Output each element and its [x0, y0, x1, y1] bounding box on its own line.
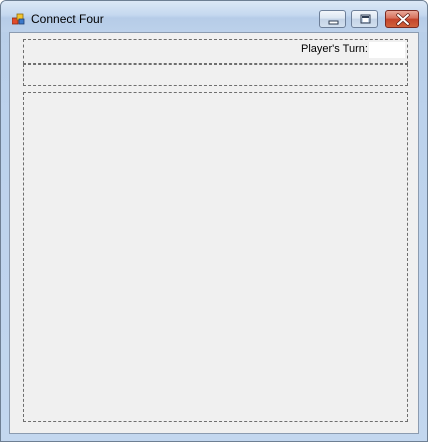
app-form-icon — [11, 12, 26, 25]
app-window: Connect Four Player's Turn: — [0, 0, 428, 442]
close-icon — [396, 13, 410, 26]
maximize-icon — [360, 14, 371, 24]
controls-panel — [23, 64, 408, 86]
maximize-button[interactable] — [351, 10, 378, 28]
game-board-panel[interactable] — [23, 92, 408, 422]
players-turn-field — [368, 41, 406, 59]
close-button[interactable] — [385, 10, 419, 28]
form-client-area: Player's Turn: — [9, 32, 419, 434]
players-turn-label: Player's Turn: — [301, 43, 368, 55]
window-title: Connect Four — [31, 12, 104, 26]
minimize-button[interactable] — [319, 10, 346, 28]
minimize-icon — [328, 20, 339, 25]
title-bar[interactable]: Connect Four — [1, 1, 427, 32]
